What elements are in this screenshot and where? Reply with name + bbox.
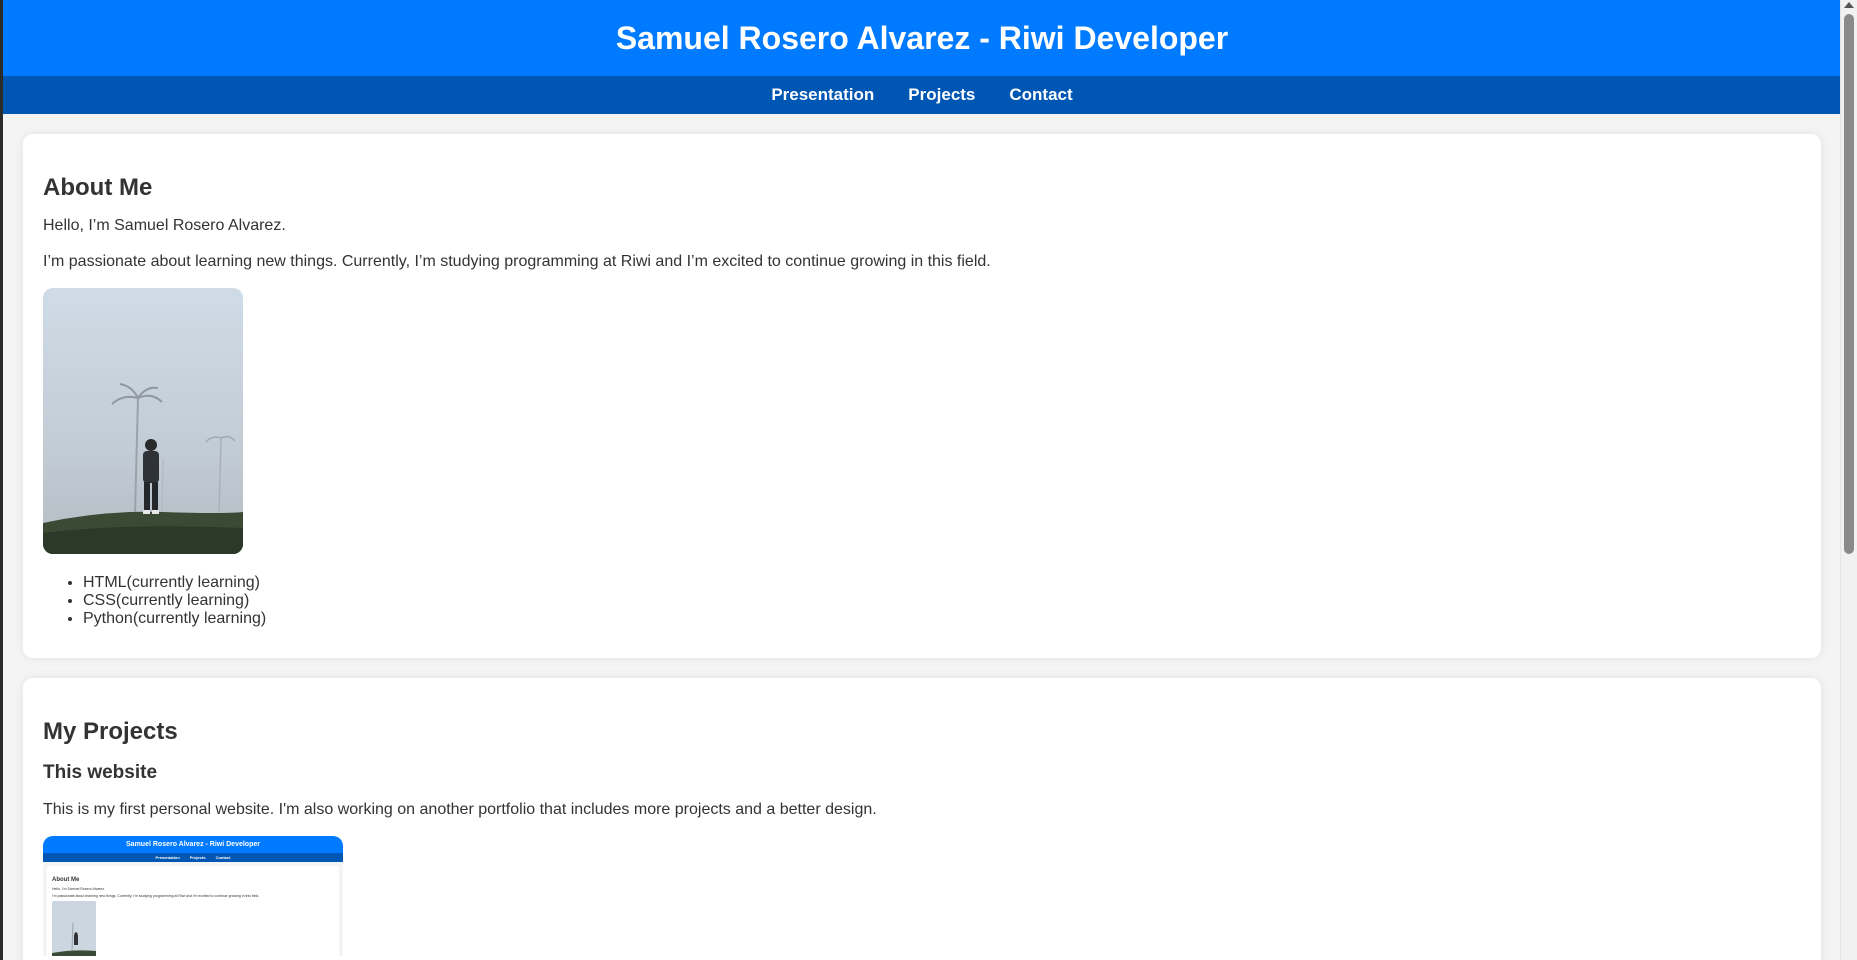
thumb-nav-item: Presentation [155,855,180,860]
nav-link-presentation[interactable]: Presentation [771,85,874,105]
browser-viewport: Samuel Rosero Alvarez - Riwi Developer P… [0,0,1857,960]
thumb-bio: I’m passionate about learning new things… [52,894,260,898]
thumb-card: About Me Hello, I’m Samuel Rosero Alvare… [47,866,339,956]
projects-heading: My Projects [43,718,178,745]
about-greeting: Hello, I’m Samuel Rosero Alvarez. [43,217,286,234]
thumb-about-heading: About Me [52,877,80,883]
scrollbar-thumb[interactable] [1844,14,1854,554]
thumb-header: Samuel Rosero Alvarez - Riwi Developer [43,836,343,853]
profile-photo [43,288,243,554]
project-title: This website [43,762,158,783]
thumb-nav-item: Contact [215,855,231,860]
scroll-up-arrow-icon[interactable] [1844,2,1854,8]
skill-item: Python(currently learning) [83,610,1801,628]
project-screenshot: Samuel Rosero Alvarez - Riwi Developer P… [43,836,343,956]
main-nav: Presentation Projects Contact [3,76,1841,114]
profile-photo-image [43,288,243,554]
skill-item: CSS(currently learning) [83,592,1801,610]
thumb-title: Samuel Rosero Alvarez - Riwi Developer [126,841,260,848]
site-header: Samuel Rosero Alvarez - Riwi Developer [3,0,1841,76]
site-title: Samuel Rosero Alvarez - Riwi Developer [615,19,1229,56]
about-heading: About Me [43,174,153,201]
skill-item: HTML(currently learning) [83,574,1801,592]
about-section: About Me Hello, I’m Samuel Rosero Alvare… [23,134,1821,658]
thumb-nav: Presentation Projects Contact [43,853,343,862]
page-content: Samuel Rosero Alvarez - Riwi Developer P… [3,0,1841,960]
thumb-photo [52,901,96,956]
skills-list: HTML(currently learning) CSS(currently l… [43,574,1801,628]
thumb-nav-item: Projects [189,855,206,860]
thumb-photo-image [52,901,96,956]
thumb-greeting: Hello, I’m Samuel Rosero Alvarez. [52,887,106,891]
about-bio: I’m passionate about learning new things… [43,253,991,270]
project-description: This is my first personal website. I'm a… [43,801,877,818]
nav-link-projects[interactable]: Projects [908,85,975,105]
nav-link-contact[interactable]: Contact [1009,85,1072,105]
projects-section: My Projects This website This is my firs… [23,678,1821,960]
vertical-scrollbar[interactable] [1840,0,1857,960]
